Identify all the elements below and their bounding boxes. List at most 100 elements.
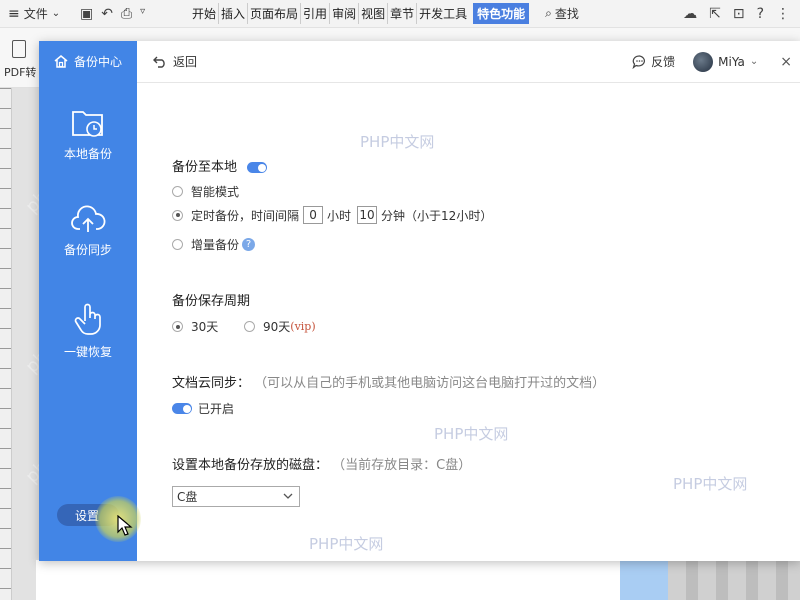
disk-select-value: C盘	[177, 490, 198, 504]
local-backup-toggle[interactable]	[247, 162, 268, 173]
local-backup-title: 备份至本地	[172, 160, 238, 175]
tab-home[interactable]: 开始	[190, 3, 220, 24]
quick-access-toolbar: ▣ ↶ ⎙ ▿	[80, 6, 190, 22]
search-icon: ⌕	[545, 6, 552, 20]
mouse-cursor-icon	[117, 515, 133, 536]
avatar	[693, 51, 714, 72]
cloud-upload-icon	[71, 205, 106, 232]
sidebar-item-local-backup[interactable]: 本地备份	[39, 107, 137, 162]
sidebar-item-label: 一键恢复	[63, 345, 112, 359]
cloud-sync-heading: 文档云同步： （可以从自己的手机或其他电脑访问这台电脑打开过的文档）	[172, 372, 605, 391]
user-menu[interactable]: MiYa ⌄	[693, 51, 759, 72]
sidebar-item-label: 本地备份	[63, 147, 112, 161]
cloud-sync-title: 文档云同步：	[172, 376, 251, 391]
undo-icon[interactable]: ↶	[101, 6, 113, 22]
timed-backup-label: 定时备份，时间间隔	[191, 208, 300, 223]
back-arrow-icon	[153, 56, 165, 68]
vip-badge: (vip)	[290, 320, 316, 333]
watermark: PHP中文网	[673, 475, 748, 493]
retention-90-radio[interactable]	[244, 321, 255, 332]
chevron-down-icon: ⌄	[51, 8, 61, 19]
box-icon[interactable]: ⊡	[733, 6, 745, 22]
tab-special-features[interactable]: 特色功能	[473, 3, 530, 24]
back-button[interactable]: 返回	[153, 53, 197, 70]
disk-title: 设置本地备份存放的磁盘：	[172, 458, 329, 473]
home-icon	[54, 55, 68, 68]
menu-icon: ≡	[8, 5, 20, 22]
timed-backup-option[interactable]: 定时备份，时间间隔 小时 分钟 （小于12小时）	[172, 206, 492, 224]
retention-30-label: 30天	[191, 320, 219, 334]
settings-content: PHP中文网 PHP中文网 PHP中文网 PHP中文网 备份至本地 智能模式 定…	[137, 83, 800, 561]
local-backup-heading: 备份至本地	[172, 156, 268, 175]
minutes-input[interactable]	[357, 206, 378, 224]
ribbon-tabs: 开始 插入 页面布局 引用 审阅 视图 章节 开发工具 特色功能	[190, 3, 530, 24]
sidebar-title-text: 备份中心	[74, 55, 123, 69]
blurred-region	[668, 560, 800, 600]
file-menu[interactable]: ≡ 文件 ⌄	[0, 5, 80, 22]
feedback-button[interactable]: 反馈	[632, 53, 675, 70]
retention-90-label: 90天	[263, 320, 291, 334]
search-label: 查找	[554, 7, 579, 21]
cloud-icon[interactable]: ☁	[683, 6, 697, 22]
help-icon[interactable]: ?	[757, 6, 764, 22]
search-button[interactable]: ⌕ 查找	[545, 5, 579, 22]
minutes-unit: 分钟	[381, 208, 406, 223]
tab-review[interactable]: 审阅	[330, 3, 360, 24]
tab-developer[interactable]: 开发工具	[417, 3, 469, 24]
retention-30-option[interactable]: 30天	[172, 318, 218, 335]
hours-unit: 小时	[327, 208, 352, 223]
incremental-backup-label: 增量备份	[191, 238, 240, 252]
tab-insert[interactable]: 插入	[219, 3, 249, 24]
watermark: PHP中文网	[434, 425, 509, 443]
tab-view[interactable]: 视图	[359, 3, 389, 24]
timed-backup-radio[interactable]	[172, 209, 183, 221]
smart-mode-label: 智能模式	[191, 185, 240, 199]
backup-center-dialog: 备份中心 本地备份 备份同步 一键恢复 设置 返回 反馈 MiYa ⌄ × PH…	[39, 41, 800, 561]
disk-note: （当前存放目录：C盘）	[332, 458, 472, 473]
tab-chapter[interactable]: 章节	[388, 3, 418, 24]
sidebar-title: 备份中心	[53, 53, 122, 70]
incremental-backup-radio[interactable]	[172, 239, 183, 250]
cloud-sync-toggle[interactable]	[172, 403, 192, 414]
chat-bubble-icon	[632, 54, 646, 69]
tab-layout[interactable]: 页面布局	[248, 3, 302, 24]
save-icon[interactable]: ▣	[80, 6, 93, 22]
print-icon[interactable]: ⎙	[121, 6, 132, 22]
dialog-topbar: 返回 反馈 MiYa ⌄ ×	[137, 41, 800, 83]
user-name: MiYa	[718, 54, 745, 69]
folder-clock-icon	[72, 111, 103, 137]
vertical-ruler	[0, 88, 12, 600]
retention-90-option[interactable]: 90天 (vip)	[244, 318, 316, 335]
help-icon[interactable]: ?	[242, 238, 256, 251]
retention-30-radio[interactable]	[172, 321, 183, 332]
pdf-icon[interactable]	[12, 40, 26, 58]
cloud-sync-note: （可以从自己的手机或其他电脑访问这台电脑打开过的文档）	[254, 376, 606, 391]
cloud-sync-status: 已开启	[172, 400, 234, 417]
sidebar-item-label: 备份同步	[63, 243, 112, 257]
hand-tap-icon	[74, 303, 101, 335]
sidebar-item-backup-sync[interactable]: 备份同步	[39, 203, 137, 258]
timed-note: （小于12小时）	[405, 208, 493, 223]
chevron-down-icon: ⌄	[749, 56, 759, 67]
share-icon[interactable]: ⇱	[709, 6, 721, 22]
more-options-icon[interactable]: ⋮	[776, 6, 790, 22]
more-icon[interactable]: ▿	[140, 6, 145, 22]
cloud-sync-status-label: 已开启	[198, 402, 235, 416]
window-controls: ☁ ⇱ ⊡ ? ⋮	[683, 6, 800, 22]
disk-heading: 设置本地备份存放的磁盘： （当前存放目录：C盘）	[172, 454, 471, 473]
tab-references[interactable]: 引用	[301, 3, 331, 24]
pdf-convert-label[interactable]: PDF转	[4, 64, 36, 80]
hours-input[interactable]	[303, 206, 324, 224]
smart-mode-option[interactable]: 智能模式	[172, 183, 239, 200]
incremental-backup-option[interactable]: 增量备份 ?	[172, 236, 256, 253]
chevron-down-icon	[283, 493, 293, 499]
file-menu-label: 文件	[23, 7, 48, 21]
backup-sidebar: 备份中心 本地备份 备份同步 一键恢复 设置	[39, 41, 141, 561]
close-icon[interactable]: ×	[780, 54, 792, 70]
feedback-label: 反馈	[651, 55, 676, 69]
watermark: PHP中文网	[360, 133, 435, 151]
sidebar-item-one-click-restore[interactable]: 一键恢复	[39, 301, 137, 360]
topbar-right: 反馈 MiYa ⌄ ×	[632, 51, 800, 72]
smart-mode-radio[interactable]	[172, 186, 183, 197]
disk-select[interactable]: C盘	[172, 486, 300, 507]
